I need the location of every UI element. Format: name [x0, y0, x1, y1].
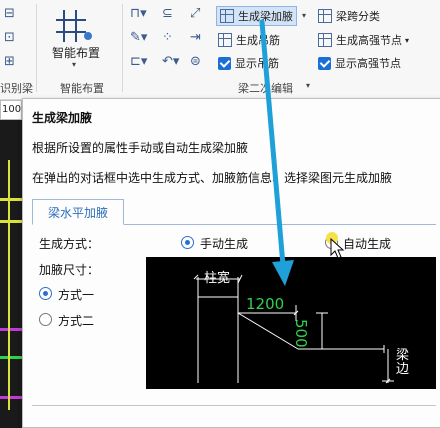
annotation-arrow-icon — [259, 19, 294, 286]
mouse-pointer-icon — [330, 238, 345, 259]
